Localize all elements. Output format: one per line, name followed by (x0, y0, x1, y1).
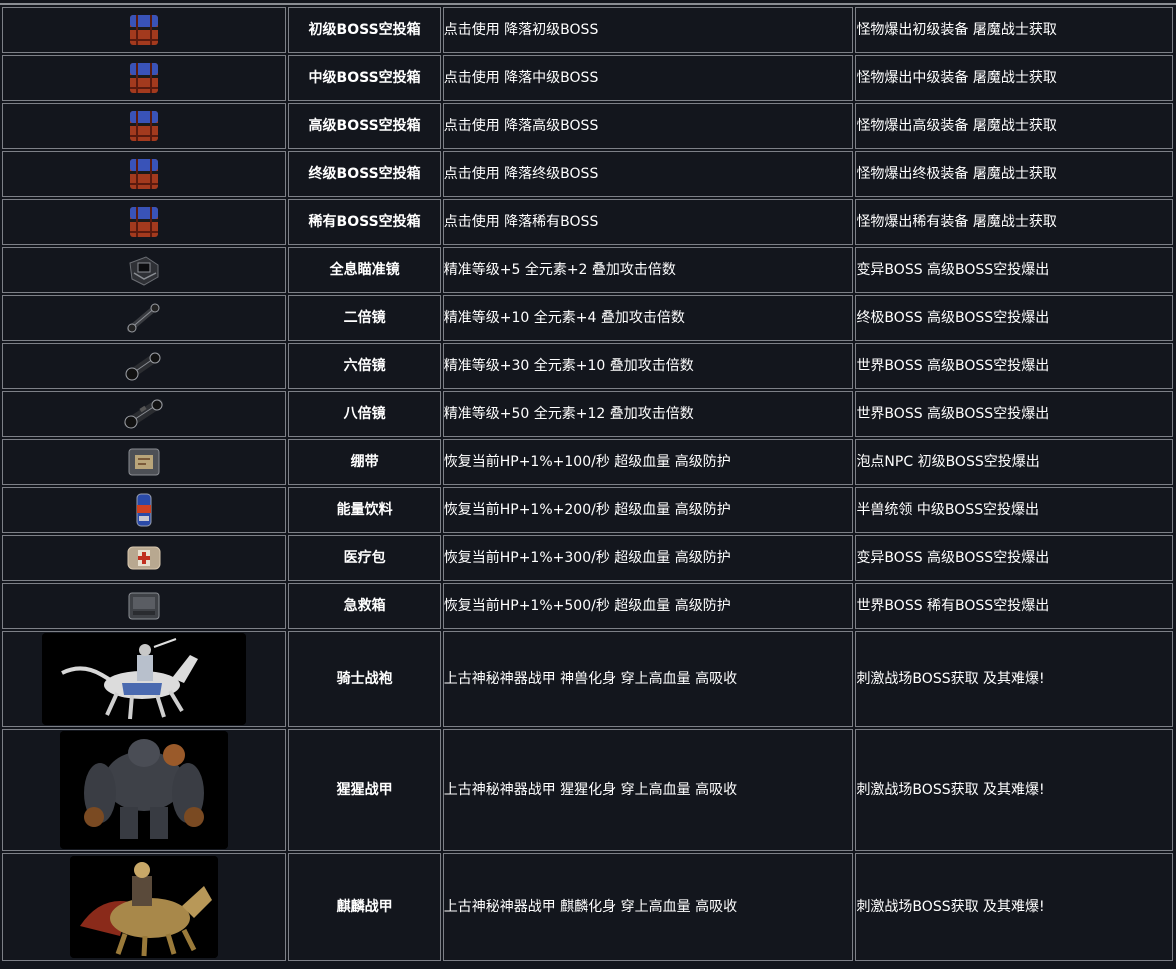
item-name: 初级BOSS空投箱 (288, 7, 441, 53)
item-description: 精准等级+50 全元素+12 叠加攻击倍数 (442, 391, 854, 437)
table-row: 八倍镜 精准等级+50 全元素+12 叠加攻击倍数 世界BOSS 高级BOSS空… (2, 391, 1173, 437)
item-description: 点击使用 降落终级BOSS (442, 151, 854, 197)
item-source: 世界BOSS 稀有BOSS空投爆出 (855, 583, 1173, 629)
item-description: 精准等级+10 全元素+4 叠加攻击倍数 (442, 295, 854, 341)
gorilla-armor-image (60, 731, 229, 849)
table-row: 猩猩战甲 上古神秘神器战甲 猩猩化身 穿上高血量 高吸收 刺激战场BOSS获取 … (2, 729, 1173, 851)
item-description: 点击使用 降落稀有BOSS (442, 199, 854, 245)
item-table-page: 初级BOSS空投箱 点击使用 降落初级BOSS 怪物爆出初级装备 屠魔战士获取 (0, 0, 1176, 969)
table-row: 麒麟战甲 上古神秘神器战甲 麒麟化身 穿上高血量 高吸收 刺激战场BOSS获取 … (2, 853, 1173, 961)
item-icon-cell (2, 295, 287, 341)
airdrop-crate-icon (130, 159, 159, 189)
item-description: 恢复当前HP+1%+200/秒 超级血量 高级防护 (442, 487, 854, 533)
item-icon-cell (2, 583, 287, 629)
item-description: 恢复当前HP+1%+100/秒 超级血量 高级防护 (442, 439, 854, 485)
qilin-armor-image (70, 856, 219, 958)
item-source: 变异BOSS 高级BOSS空投爆出 (855, 535, 1173, 581)
table-row: 骑士战袍 上古神秘神器战甲 神兽化身 穿上高血量 高吸收 刺激战场BOSS获取 … (2, 631, 1173, 727)
item-icon-cell (2, 7, 287, 53)
item-source: 怪物爆出终极装备 屠魔战士获取 (855, 151, 1173, 197)
item-description: 点击使用 降落高级BOSS (442, 103, 854, 149)
table-row: 稀有BOSS空投箱 点击使用 降落稀有BOSS 怪物爆出稀有装备 屠魔战士获取 (2, 199, 1173, 245)
item-description: 恢复当前HP+1%+500/秒 超级血量 高级防护 (442, 583, 854, 629)
item-name: 高级BOSS空投箱 (288, 103, 441, 149)
airdrop-crate-icon (130, 63, 159, 93)
item-name: 稀有BOSS空投箱 (288, 199, 441, 245)
item-table: 初级BOSS空投箱 点击使用 降落初级BOSS 怪物爆出初级装备 屠魔战士获取 (0, 5, 1175, 963)
item-source: 世界BOSS 高级BOSS空投爆出 (855, 391, 1173, 437)
item-name: 二倍镜 (288, 295, 441, 341)
item-description: 精准等级+5 全元素+2 叠加攻击倍数 (442, 247, 854, 293)
medkit-icon (127, 546, 161, 570)
table-row: 高级BOSS空投箱 点击使用 降落高级BOSS 怪物爆出高级装备 屠魔战士获取 (2, 103, 1173, 149)
item-icon-cell (2, 853, 287, 961)
table-row: 六倍镜 精准等级+30 全元素+10 叠加攻击倍数 世界BOSS 高级BOSS空… (2, 343, 1173, 389)
scope-8x-icon (124, 399, 164, 429)
item-icon-cell (2, 631, 287, 727)
item-description: 点击使用 降落初级BOSS (442, 7, 854, 53)
scope-6x-icon (125, 352, 161, 381)
table-row: 全息瞄准镜 精准等级+5 全元素+2 叠加攻击倍数 变异BOSS 高级BOSS空… (2, 247, 1173, 293)
item-description: 上古神秘神器战甲 猩猩化身 穿上高血量 高吸收 (442, 729, 854, 851)
item-name: 急救箱 (288, 583, 441, 629)
item-description: 点击使用 降落中级BOSS (442, 55, 854, 101)
item-name: 能量饮料 (288, 487, 441, 533)
table-row: 初级BOSS空投箱 点击使用 降落初级BOSS 怪物爆出初级装备 屠魔战士获取 (2, 7, 1173, 53)
table-row: 急救箱 恢复当前HP+1%+500/秒 超级血量 高级防护 世界BOSS 稀有B… (2, 583, 1173, 629)
item-description: 上古神秘神器战甲 麒麟化身 穿上高血量 高吸收 (442, 853, 854, 961)
holographic-sight-icon (129, 256, 159, 286)
item-icon-cell (2, 55, 287, 101)
table-row: 二倍镜 精准等级+10 全元素+4 叠加攻击倍数 终极BOSS 高级BOSS空投… (2, 295, 1173, 341)
item-icon-cell (2, 439, 287, 485)
knight-horse-image (42, 633, 247, 725)
item-icon-cell (2, 729, 287, 851)
airdrop-crate-icon (130, 111, 159, 141)
table-row: 中级BOSS空投箱 点击使用 降落中级BOSS 怪物爆出中级装备 屠魔战士获取 (2, 55, 1173, 101)
scope-2x-icon (127, 303, 160, 333)
item-icon-cell (2, 391, 287, 437)
item-name: 六倍镜 (288, 343, 441, 389)
item-name: 绷带 (288, 439, 441, 485)
item-description: 精准等级+30 全元素+10 叠加攻击倍数 (442, 343, 854, 389)
item-source: 刺激战场BOSS获取 及其难爆! (855, 631, 1173, 727)
item-source: 怪物爆出中级装备 屠魔战士获取 (855, 55, 1173, 101)
item-name: 八倍镜 (288, 391, 441, 437)
item-description: 上古神秘神器战甲 神兽化身 穿上高血量 高吸收 (442, 631, 854, 727)
item-source: 怪物爆出初级装备 屠魔战士获取 (855, 7, 1173, 53)
item-icon-cell (2, 535, 287, 581)
airdrop-crate-icon (130, 207, 159, 237)
airdrop-crate-icon (130, 15, 159, 45)
item-name: 骑士战袍 (288, 631, 441, 727)
item-name: 麒麟战甲 (288, 853, 441, 961)
item-name: 中级BOSS空投箱 (288, 55, 441, 101)
item-icon-cell (2, 199, 287, 245)
table-row: 绷带 恢复当前HP+1%+100/秒 超级血量 高级防护 泡点NPC 初级BOS… (2, 439, 1173, 485)
item-name: 全息瞄准镜 (288, 247, 441, 293)
bandage-icon (128, 448, 160, 476)
item-source: 怪物爆出稀有装备 屠魔战士获取 (855, 199, 1173, 245)
first-aid-box-icon (128, 592, 160, 620)
item-name: 终级BOSS空投箱 (288, 151, 441, 197)
item-name: 猩猩战甲 (288, 729, 441, 851)
item-icon-cell (2, 487, 287, 533)
energy-drink-icon (136, 493, 152, 527)
item-source: 终极BOSS 高级BOSS空投爆出 (855, 295, 1173, 341)
table-row: 能量饮料 恢复当前HP+1%+200/秒 超级血量 高级防护 半兽统领 中级BO… (2, 487, 1173, 533)
table-row: 终级BOSS空投箱 点击使用 降落终级BOSS 怪物爆出终极装备 屠魔战士获取 (2, 151, 1173, 197)
item-source: 半兽统领 中级BOSS空投爆出 (855, 487, 1173, 533)
item-source: 刺激战场BOSS获取 及其难爆! (855, 853, 1173, 961)
item-icon-cell (2, 343, 287, 389)
item-icon-cell (2, 103, 287, 149)
item-source: 刺激战场BOSS获取 及其难爆! (855, 729, 1173, 851)
item-source: 泡点NPC 初级BOSS空投爆出 (855, 439, 1173, 485)
item-source: 怪物爆出高级装备 屠魔战士获取 (855, 103, 1173, 149)
item-source: 世界BOSS 高级BOSS空投爆出 (855, 343, 1173, 389)
item-source: 变异BOSS 高级BOSS空投爆出 (855, 247, 1173, 293)
item-description: 恢复当前HP+1%+300/秒 超级血量 高级防护 (442, 535, 854, 581)
table-row: 医疗包 恢复当前HP+1%+300/秒 超级血量 高级防护 变异BOSS 高级B… (2, 535, 1173, 581)
item-name: 医疗包 (288, 535, 441, 581)
item-icon-cell (2, 151, 287, 197)
item-icon-cell (2, 247, 287, 293)
